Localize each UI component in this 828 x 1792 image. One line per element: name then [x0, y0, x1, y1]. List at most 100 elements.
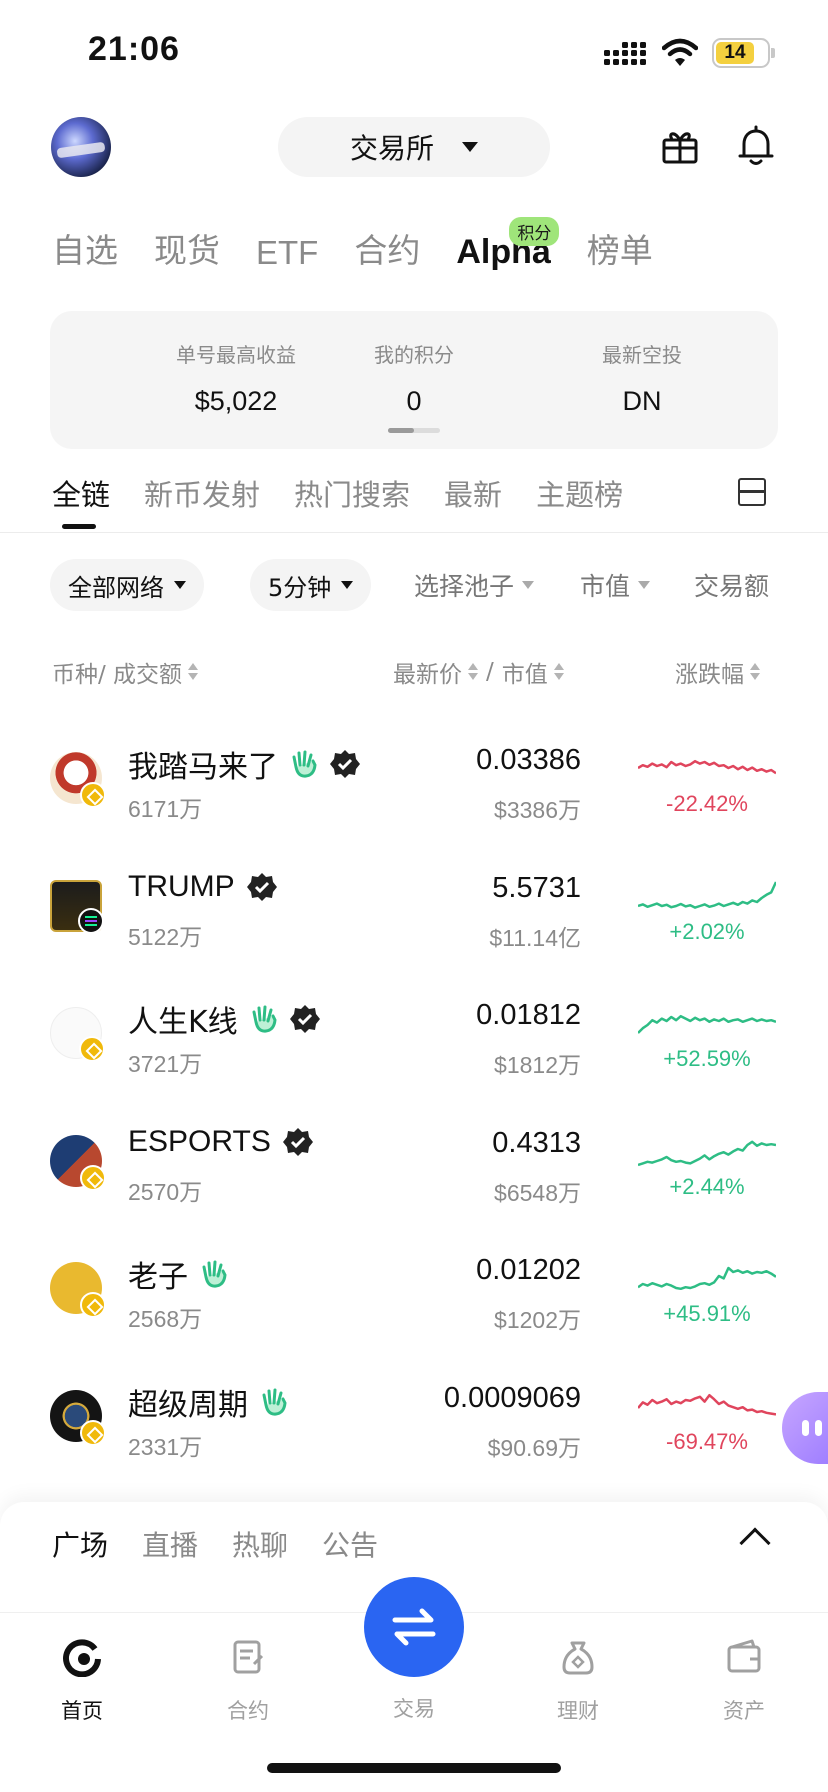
- bnb-chain-icon: [80, 1420, 106, 1446]
- coin-mcap: $3386万: [494, 797, 581, 823]
- coin-volume: 6171万: [128, 796, 203, 822]
- tab-hot-search[interactable]: 热门搜索: [294, 472, 410, 514]
- tab-square[interactable]: 广场: [52, 1524, 108, 1564]
- tab-live[interactable]: 直播: [142, 1524, 198, 1564]
- coin-change: +2.02%: [669, 919, 745, 944]
- page-indicator: [388, 428, 440, 433]
- bnb-chain-icon: [79, 1036, 105, 1062]
- pool-filter-label: 选择池子: [414, 572, 515, 601]
- nav-home-label: 首页: [61, 1699, 103, 1723]
- pool-filter[interactable]: 选择池子: [414, 559, 535, 611]
- category-tabs: 自选 现货 ETF 合约 Alpha 积分 榜单: [52, 217, 689, 272]
- tab-spot[interactable]: 现货: [154, 224, 220, 272]
- coin-row[interactable]: 超级周期 2331万 0.0009069 $90.69万 -69.47%: [0, 1366, 828, 1494]
- mcap-filter[interactable]: 市值: [580, 559, 651, 611]
- coin-price: 0.01812: [476, 999, 581, 1031]
- tab-watchlist[interactable]: 自选: [52, 224, 118, 272]
- coin-logo: [50, 880, 104, 934]
- volume-filter[interactable]: 交易额: [694, 559, 769, 611]
- coin-name-wrap: 超级周期: [128, 1380, 288, 1424]
- column-coin-volume[interactable]: 币种/ 成交额: [52, 655, 199, 689]
- coin-row[interactable]: ESPORTS 2570万 0.4313 $6548万 +2.44%: [0, 1111, 828, 1239]
- coin-volume: 2568万: [128, 1306, 203, 1332]
- sparkline: [638, 1266, 776, 1291]
- tab-new-launch[interactable]: 新币发射: [144, 472, 260, 514]
- tab-rankings[interactable]: 榜单: [587, 224, 653, 272]
- nav-trade-label: 交易: [393, 1697, 435, 1721]
- caret-down-icon: [341, 581, 354, 589]
- chevron-up-icon[interactable]: [739, 1527, 771, 1559]
- interval-filter-label: 5分钟: [268, 573, 332, 602]
- avatar[interactable]: [51, 117, 111, 177]
- column-price-mcap[interactable]: 最新价 / 市值: [393, 655, 564, 689]
- solana-chain-icon: [78, 908, 104, 934]
- nav-assets-label: 资产: [723, 1699, 765, 1723]
- coin-volume: 2331万: [128, 1434, 203, 1460]
- coin-row[interactable]: TRUMP 5122万 5.5731 $11.14亿 +2.02%: [0, 856, 828, 984]
- coin-price: 5.5731: [492, 872, 581, 904]
- volume-filter-label: 交易额: [694, 572, 770, 601]
- nav-futures[interactable]: 合约: [188, 1637, 308, 1725]
- coin-mcap: $1202万: [494, 1307, 581, 1333]
- trade-button[interactable]: [364, 1577, 464, 1677]
- hand-icon: [292, 750, 317, 778]
- gift-icon[interactable]: [660, 126, 700, 166]
- points-value: 0: [406, 386, 422, 416]
- nav-home[interactable]: 首页: [22, 1637, 142, 1725]
- nav-assets[interactable]: 资产: [684, 1637, 804, 1725]
- column-coin-label: 币种/ 成交额: [52, 662, 183, 688]
- sparkline: [638, 881, 776, 909]
- tab-alpha[interactable]: Alpha 积分: [456, 217, 560, 272]
- points-stat: 我的积分 0: [304, 339, 524, 417]
- sort-icon: [468, 662, 478, 682]
- sparkline: [638, 759, 776, 775]
- alpha-summary-card[interactable]: 单号最高收益 $5,022 我的积分 0 最新空投 DN: [50, 311, 778, 449]
- coin-row[interactable]: 人生K线 3721万 0.01812 $1812万 +52.59%: [0, 983, 828, 1111]
- sparkline-path: [638, 881, 776, 909]
- coin-volume: 5122万: [128, 924, 203, 950]
- coin-logo: [50, 1135, 106, 1191]
- network-filter-label: 全部网络: [68, 573, 164, 602]
- bnb-chain-icon: [80, 1292, 106, 1318]
- feed-tabs: 广场 直播 热聊 公告: [52, 1524, 412, 1564]
- interval-filter[interactable]: 5分钟: [250, 559, 372, 611]
- sort-icon: [553, 662, 564, 682]
- tab-etf[interactable]: ETF: [256, 234, 318, 272]
- caret-down-icon: [522, 581, 535, 589]
- tab-themes[interactable]: 主题榜: [536, 472, 623, 514]
- coin-price: 0.4313: [492, 1127, 581, 1159]
- home-indicator: [267, 1763, 561, 1773]
- coin-row[interactable]: 我踏马来了 6171万 0.03386 $3386万 -22.42%: [0, 728, 828, 856]
- sparkline: [638, 1140, 776, 1167]
- nav-earn[interactable]: 理财: [518, 1637, 638, 1725]
- exchange-switcher[interactable]: 交易所: [278, 117, 550, 177]
- hand-icon: [202, 1260, 227, 1288]
- coin-name-wrap: 我踏马来了: [128, 742, 360, 786]
- verified-icon: [330, 750, 360, 778]
- bell-icon[interactable]: [736, 124, 776, 168]
- airdrop-value: DN: [622, 386, 662, 416]
- network-filter[interactable]: 全部网络: [50, 559, 204, 611]
- airdrop-label: 最新空投: [602, 343, 682, 367]
- points-badge: 积分: [509, 217, 560, 246]
- tab-announcements[interactable]: 公告: [322, 1524, 378, 1564]
- coin-row[interactable]: 老子 2568万 0.01202 $1202万 +45.91%: [0, 1238, 828, 1366]
- bnb-chain-icon: [80, 1165, 106, 1191]
- coin-price: 0.03386: [476, 744, 581, 776]
- bnb-chain-icon: [80, 782, 106, 808]
- filter-bar: 全部网络 5分钟 选择池子 市值 交易额: [50, 559, 828, 611]
- column-mcap-label: 市值: [501, 662, 548, 688]
- tab-hot-chat[interactable]: 热聊: [232, 1524, 288, 1564]
- column-change[interactable]: 涨跌幅: [675, 655, 760, 689]
- mcap-filter-label: 市值: [580, 572, 631, 601]
- tab-futures[interactable]: 合约: [354, 224, 420, 272]
- airdrop-stat: 最新空投 DN: [532, 339, 752, 417]
- coin-price: 0.0009069: [443, 1382, 581, 1414]
- tab-latest[interactable]: 最新: [444, 472, 502, 514]
- coin-name: ESPORTS: [128, 1125, 271, 1158]
- tab-all-chains[interactable]: 全链: [52, 472, 110, 529]
- swap-icon: [392, 1608, 436, 1646]
- column-change-label: 涨跌幅: [675, 662, 744, 688]
- status-bar: 21:06 14: [0, 0, 828, 100]
- layout-toggle-icon[interactable]: [738, 478, 766, 506]
